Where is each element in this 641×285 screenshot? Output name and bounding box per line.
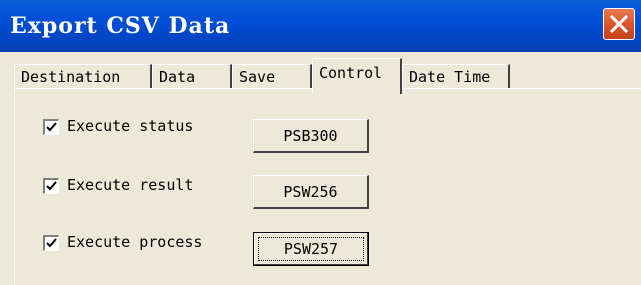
execute-process-checkbox[interactable] <box>43 235 59 251</box>
tab-destination[interactable]: Destination <box>14 64 152 90</box>
tab-data[interactable]: Data <box>152 64 232 90</box>
title-bar[interactable]: Export CSV Data <box>0 0 641 52</box>
focus-rectangle <box>258 237 364 261</box>
tab-control[interactable]: Control <box>312 58 402 94</box>
checkmark-icon <box>46 238 57 248</box>
psw257-button[interactable]: PSW257 <box>253 232 369 266</box>
control-tab-panel: Execute status PSB300 Execute result PSW… <box>14 88 641 285</box>
tab-label: Date Time <box>409 68 491 86</box>
execute-result-checkbox[interactable] <box>43 178 59 194</box>
tab-label: Save <box>239 68 276 86</box>
execute-process-label: Execute process <box>67 233 203 251</box>
execute-result-label: Execute result <box>67 176 194 194</box>
window-title: Export CSV Data <box>10 13 231 39</box>
tab-save[interactable]: Save <box>232 64 312 90</box>
close-button[interactable] <box>603 8 635 40</box>
tab-date-time[interactable]: Date Time <box>402 64 510 90</box>
button-label: PSW256 <box>283 183 338 201</box>
psb300-button[interactable]: PSB300 <box>253 119 369 153</box>
export-csv-dialog: Export CSV Data Destination Data Save Co… <box>0 0 641 285</box>
execute-status-checkbox[interactable] <box>43 119 59 135</box>
checkmark-icon <box>46 181 57 191</box>
execute-status-label: Execute status <box>67 117 194 135</box>
psw256-button[interactable]: PSW256 <box>253 175 369 209</box>
close-icon <box>609 14 629 34</box>
tab-label: Destination <box>21 68 121 86</box>
checkmark-icon <box>46 122 57 132</box>
tab-label: Control <box>319 64 383 82</box>
button-label: PSB300 <box>283 127 338 145</box>
tab-label: Data <box>159 68 196 86</box>
